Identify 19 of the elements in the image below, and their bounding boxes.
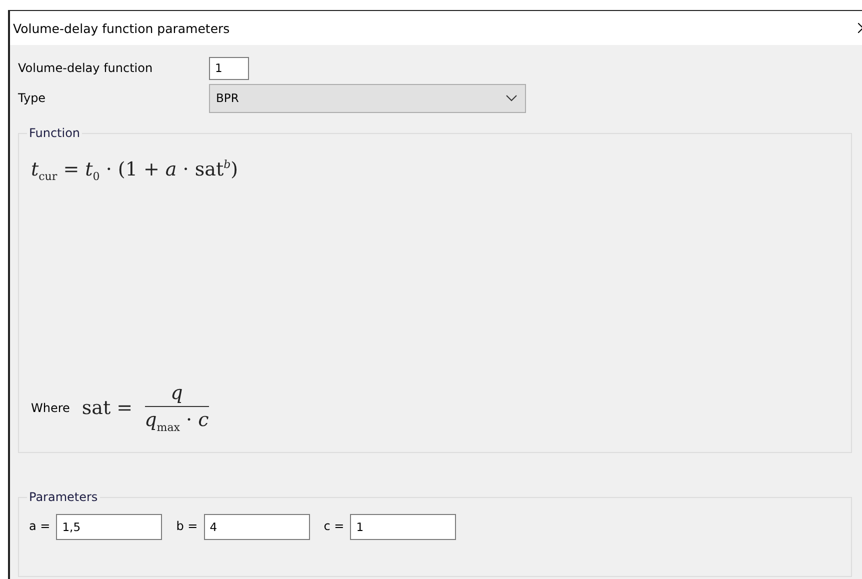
numerator: q <box>144 382 209 408</box>
where-label: Where <box>31 401 70 416</box>
field-label: Volume-delay function <box>18 61 154 75</box>
chevron-icon <box>506 94 517 102</box>
group-title: Parameters <box>27 490 100 504</box>
parameter-label: a = <box>29 518 50 533</box>
input-field[interactable]: 1 <box>350 514 456 540</box>
input-field[interactable]: 4 <box>204 514 310 540</box>
denominator: q$_{max}$ · c <box>144 408 209 434</box>
input-field[interactable]: 1 <box>209 56 249 80</box>
window-title: Volume-delay function parameters <box>13 20 230 36</box>
parameter-label: c = <box>324 518 344 533</box>
parameter-label: b = <box>176 518 198 533</box>
input-field[interactable]: 1,5 <box>56 514 162 540</box>
group-title: Function <box>27 126 82 140</box>
formula: t$_{cur}$ = t$_{0}$ · (1 + a · sat$^{b}$) <box>31 158 240 184</box>
formula-lhs: sat = <box>82 397 133 420</box>
type-dropdown[interactable]: BPR <box>209 84 526 112</box>
field-label: Type <box>18 91 47 105</box>
